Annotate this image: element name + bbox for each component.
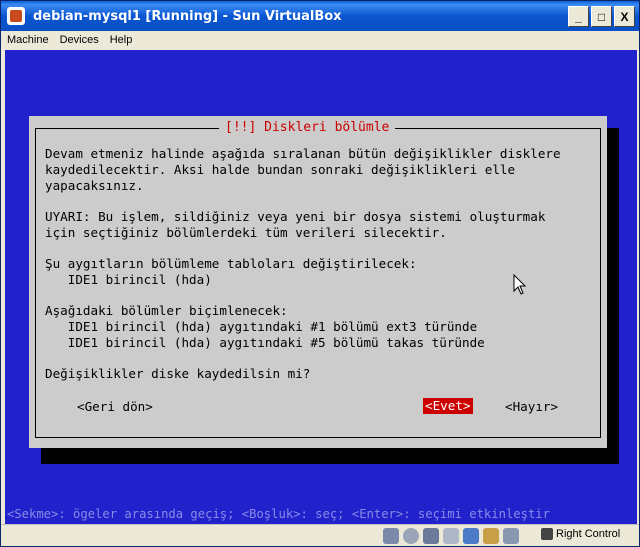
vbox-status-bar: Right Control — [1, 524, 639, 546]
dialog-text-line-15: Değişiklikler diske kaydedilsin mi? — [45, 366, 311, 381]
host-key-icon — [541, 528, 553, 540]
yes-button[interactable]: <Evet> — [423, 398, 473, 414]
dialog-shadow-bottom — [41, 448, 619, 464]
dialog-title-box: [!!] Diskleri bölümle — [219, 116, 396, 138]
dialog-text-line-3: yapacaksınız. — [45, 178, 144, 193]
mouse-pointer-icon — [513, 274, 527, 295]
menu-devices[interactable]: Devices — [54, 34, 104, 46]
dialog-text-line-5: UYARI: Bu işlem, sildiğiniz veya yeni bi… — [45, 209, 546, 224]
virtualbox-window: debian-mysql1 [Running] - Sun VirtualBox… — [0, 0, 640, 547]
menu-bar: Machine Devices Help — [1, 31, 639, 49]
dialog-text-line-2: kaydedilecektir. Aksi halde bundan sonra… — [45, 162, 516, 177]
menu-help[interactable]: Help — [104, 34, 138, 46]
dialog-text-line-6: için seçtiğiniz bölümlerdeki tüm veriler… — [45, 225, 447, 240]
no-button[interactable]: <Hayır> — [505, 399, 558, 415]
host-key-indicator: Right Control — [541, 528, 620, 540]
dialog-title: [!!] Diskleri bölümle — [225, 119, 390, 135]
floppy-icon[interactable] — [423, 528, 439, 544]
minimize-button[interactable]: _ — [568, 6, 589, 27]
guest-screen[interactable]: [!!] Diskleri bölümle Devam etmeniz hali… — [5, 50, 637, 524]
optical-drive-icon[interactable] — [403, 528, 419, 544]
virtualbox-app-icon — [7, 7, 25, 25]
hard-disk-icon[interactable] — [383, 528, 399, 544]
network-icon[interactable] — [463, 528, 479, 544]
usb-icon[interactable] — [443, 528, 459, 544]
maximize-button[interactable]: □ — [591, 6, 612, 27]
dialog-text-line-13: IDE1 birincil (hda) aygıtındaki #5 bölüm… — [45, 335, 485, 350]
close-button[interactable]: X — [614, 6, 635, 27]
dialog-text-line-8: Şu aygıtların bölümleme tabloları değişt… — [45, 256, 417, 271]
dialog-shadow-right — [607, 128, 619, 448]
title-bar[interactable]: debian-mysql1 [Running] - Sun VirtualBox… — [1, 1, 639, 31]
menu-machine[interactable]: Machine — [1, 34, 54, 46]
back-button[interactable]: <Geri dön> — [77, 399, 153, 415]
dialog-text-line-1: Devam etmeniz halinde aşağıda sıralanan … — [45, 146, 561, 161]
shared-folders-icon[interactable] — [483, 528, 499, 544]
mouse-integration-icon[interactable] — [503, 528, 519, 544]
window-title: debian-mysql1 [Running] - Sun VirtualBox — [33, 8, 342, 24]
host-key-label: Right Control — [556, 528, 621, 540]
dialog-text-line-9: IDE1 birincil (hda) — [45, 272, 212, 287]
installer-help-line: <Sekme>: ögeler arasında geçiş; <Boşluk>… — [7, 507, 550, 521]
dialog-text-line-11: Aşağıdaki bölümler biçimlenecek: — [45, 303, 288, 318]
dialog-text-line-12: IDE1 birincil (hda) aygıtındaki #1 bölüm… — [45, 319, 478, 334]
